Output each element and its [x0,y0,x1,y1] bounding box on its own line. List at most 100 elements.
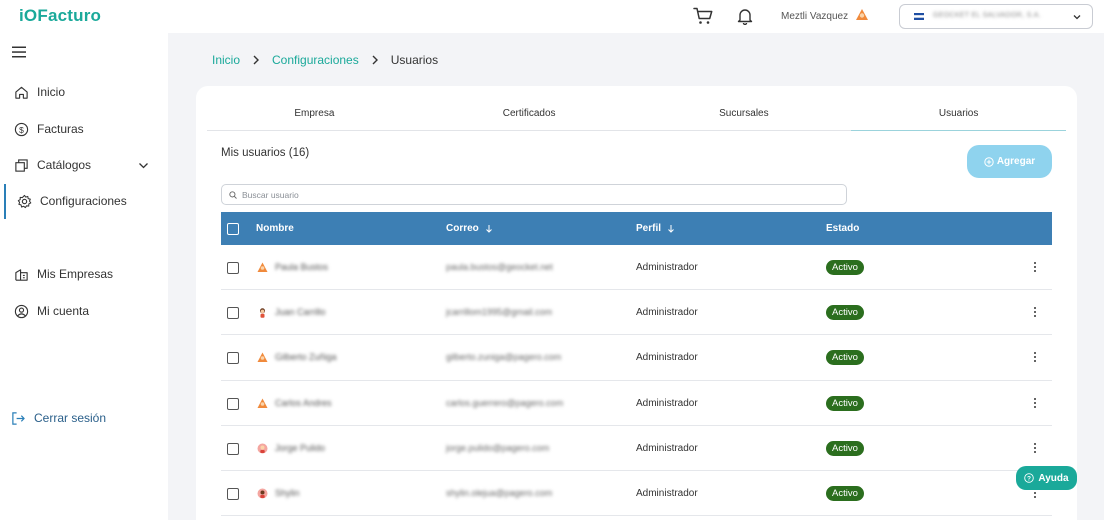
select-all-checkbox[interactable] [227,223,239,235]
sidebar-item-label: Mis Empresas [37,267,114,281]
row-checkbox[interactable] [227,262,239,274]
user-email-cell: carlos.guerrero@pagero.com [446,397,564,408]
row-checkbox[interactable] [227,307,239,320]
table-row[interactable]: Gilberto Zuñiga gilberto.zuniga@pagero.c… [221,335,1052,381]
company-select[interactable]: GEOCKET EL SALVADOR, S.A. [899,4,1093,29]
user-avatar-icon[interactable] [855,8,869,22]
catalog-icon [15,158,28,172]
more-vertical-icon[interactable] [1029,306,1041,318]
status-badge: Activo [826,395,864,411]
table-row[interactable]: Jorge Pulido jorge.pulido@pagero.com Adm… [221,426,1052,471]
logout-icon [12,411,25,425]
cart-icon[interactable] [693,7,713,25]
add-user-button[interactable]: Agregar [967,145,1052,178]
app-logo[interactable]: iOFacturo [19,6,101,26]
sidebar-item-label: Mi cuenta [37,304,90,318]
status-badge: Activo [826,350,864,366]
sidebar-item-inicio[interactable]: Inicio [14,82,65,102]
search-input[interactable] [242,189,822,200]
tab-certificados[interactable]: Certificados [422,100,637,130]
breadcrumb-inicio[interactable]: Inicio [212,53,240,67]
users-table: Nombre Correo Perfil Estado Paula Bustos… [221,212,1052,517]
user-perfil-cell: Administrador [636,442,698,454]
company-name: GEOCKET EL SALVADOR, S.A. [933,12,1041,19]
breadcrumb-current: Usuarios [390,53,439,67]
more-vertical-icon[interactable] [1029,442,1041,454]
top-bar: iOFacturo Meztli Vazquez GEOCKET EL SALV… [0,0,1104,33]
more-vertical-icon[interactable] [1029,351,1041,363]
row-checkbox[interactable] [227,487,239,500]
table-row[interactable]: Paula Bustos paula.bustos@geocket.net Ad… [221,245,1052,291]
bell-icon[interactable] [737,7,753,25]
avatar-icon [257,352,268,363]
table-row[interactable]: Juan Carrillo jcarrillom1995@gmail.com A… [221,290,1052,336]
breadcrumb-configuraciones[interactable]: Configuraciones [272,53,359,67]
user-name-cell: Juan Carrillo [275,307,326,318]
logout-label: Cerrar sesión [34,411,107,425]
user-email-cell: shylin.olejua@pagero.com [446,487,553,498]
user-email-cell: gilberto.zuniga@pagero.com [446,352,562,363]
avatar-icon [257,398,268,408]
more-vertical-icon[interactable] [1029,261,1041,273]
question-circle-icon: ? [1024,473,1035,483]
status-badge: Activo [826,485,864,501]
tab-empresa[interactable]: Empresa [207,100,422,130]
avatar-icon [257,262,268,272]
sidebar: Inicio $ Facturas Catálogos Configuracio… [0,33,168,520]
row-checkbox[interactable] [227,442,239,455]
search-icon [229,190,237,199]
row-checkbox[interactable] [227,397,239,410]
sidebar-item-catalogos[interactable]: Catálogos [14,155,154,175]
sidebar-item-facturas[interactable]: $ Facturas [14,119,84,139]
menu-icon[interactable] [12,46,26,58]
header-nombre: Nombre [256,223,294,234]
sidebar-item-mi-cuenta[interactable]: Mi cuenta [14,301,89,321]
user-icon [14,304,29,318]
sidebar-item-mis-empresas[interactable]: Mis Empresas [14,264,113,284]
flag-icon [914,13,924,20]
table-row[interactable]: Carlos Andres carlos.guerrero@pagero.com… [221,381,1052,426]
sidebar-item-configuraciones[interactable]: Configuraciones [17,191,127,211]
user-name-cell: Shylin [275,487,300,498]
user-perfil-cell: Administrador [636,352,698,364]
users-count-title: Mis usuarios (16) [221,147,310,159]
logout-button[interactable]: Cerrar sesión [11,408,106,428]
chevron-down-icon[interactable] [138,160,149,171]
avatar-icon [257,488,268,499]
user-perfil-cell: Administrador [636,262,698,273]
more-vertical-icon[interactable] [1029,397,1041,409]
sidebar-item-label: Facturas [37,122,84,136]
header-estado: Estado [826,223,860,234]
table-header: Nombre Correo Perfil Estado [221,212,1052,245]
user-name[interactable]: Meztli Vazquez [781,11,848,22]
svg-text:?: ? [1027,475,1031,482]
tab-usuarios[interactable]: Usuarios [851,100,1066,131]
tab-sucursales[interactable]: Sucursales [637,100,852,130]
row-checkbox[interactable] [227,352,239,365]
arrow-down-icon [485,225,492,233]
user-perfil-cell: Administrador [636,397,698,409]
tabs: Empresa Certificados Sucursales Usuarios [207,100,1066,131]
user-name-cell: Gilberto Zuñiga [275,352,337,363]
table-row[interactable]: Shylin shylin.olejua@pagero.com Administ… [221,471,1052,517]
breadcrumb: Inicio Configuraciones Usuarios [212,53,438,67]
main-card: Empresa Certificados Sucursales Usuarios… [196,86,1077,520]
user-name-cell: Jorge Pulido [275,442,326,453]
status-badge: Activo [826,260,864,275]
home-icon [15,86,28,99]
dollar-icon: $ [14,122,29,136]
svg-text:$: $ [19,124,24,134]
chevron-right-icon [253,55,260,65]
building-icon [15,268,28,281]
user-perfil-cell: Administrador [636,487,698,499]
user-name-cell: Carlos Andres [275,397,332,408]
user-email-cell: jorge.pulido@pagero.com [446,442,550,453]
sidebar-item-label: Catálogos [37,158,92,172]
sidebar-item-label: Configuraciones [40,194,127,208]
user-name-cell: Paula Bustos [275,262,329,272]
gear-icon [17,194,32,208]
header-correo[interactable]: Correo [446,223,493,234]
search-box [221,184,847,205]
header-perfil[interactable]: Perfil [636,223,675,234]
help-button[interactable]: ? Ayuda [1016,466,1077,490]
